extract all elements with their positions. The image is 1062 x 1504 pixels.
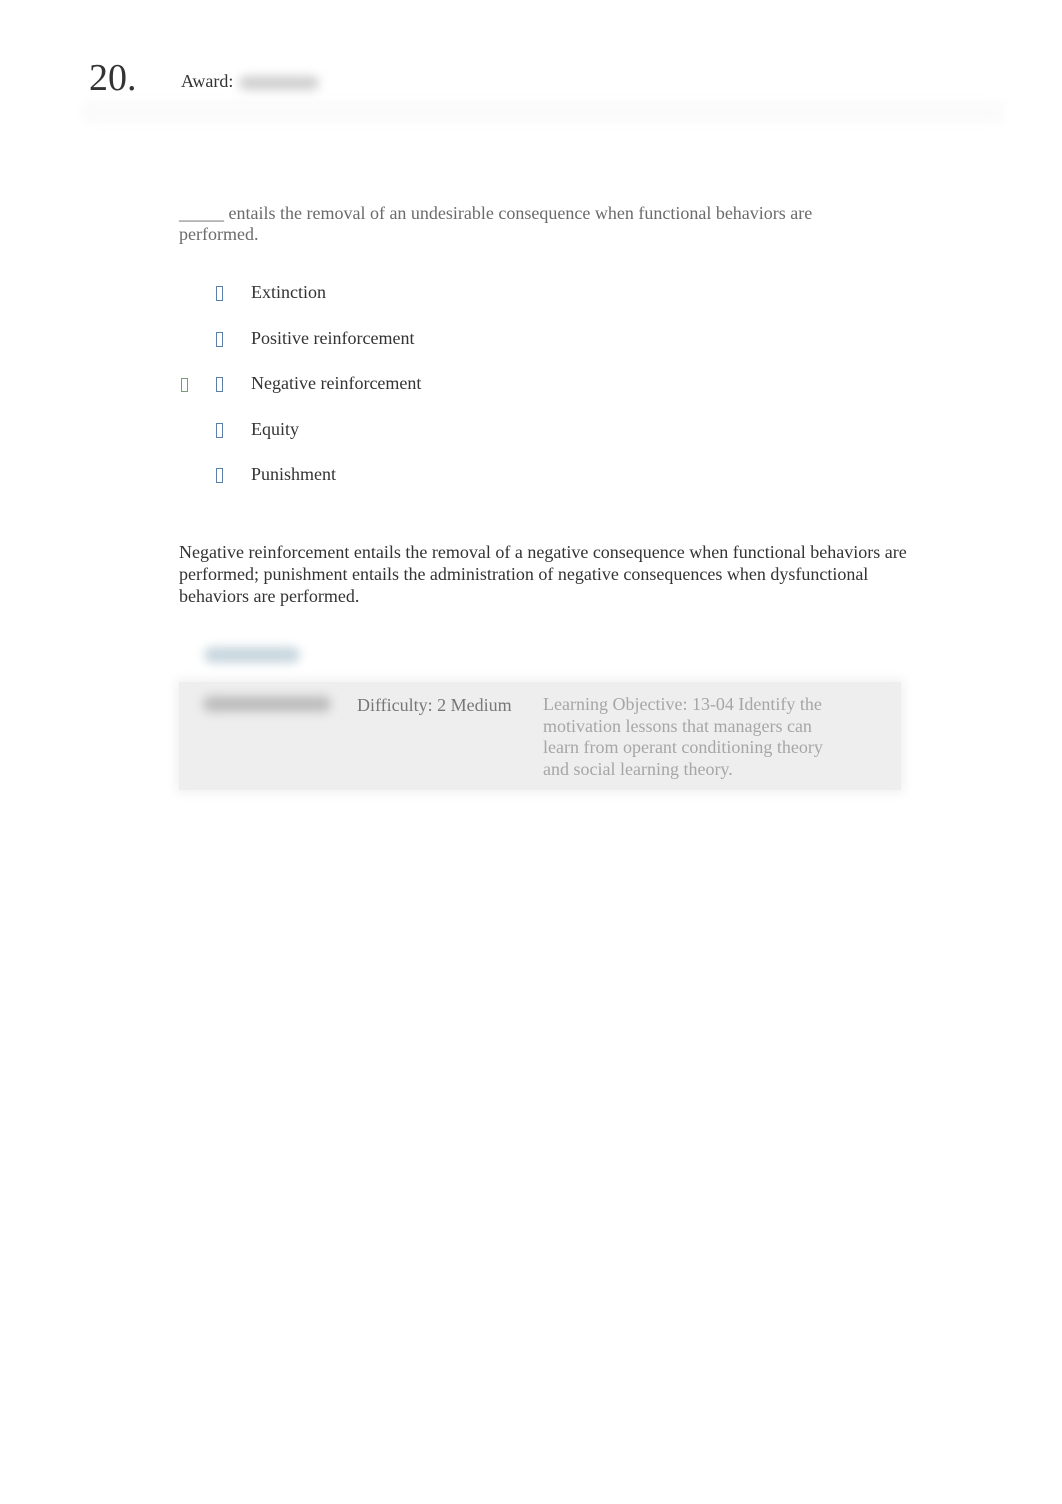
award: Award:	[181, 70, 320, 92]
answer-choices: Extinction Positive reinforcement Negati…	[179, 280, 779, 508]
choice-label: Negative reinforcement	[251, 373, 422, 393]
choice-label: Positive reinforcement	[251, 327, 415, 348]
choice-equity[interactable]: Equity	[179, 417, 779, 463]
choice-label: Punishment	[251, 464, 337, 484]
radio-icon[interactable]	[216, 331, 223, 347]
choice-punishment[interactable]: Punishment	[179, 462, 779, 508]
radio-icon[interactable]	[216, 377, 223, 392]
choice-label: Extinction	[251, 282, 326, 302]
award-value-redacted	[239, 75, 320, 90]
choice-extinction[interactable]: Extinction	[179, 280, 779, 326]
award-label: Award:	[181, 71, 234, 91]
correct-check-icon	[181, 378, 188, 392]
choice-label: Equity	[251, 418, 299, 439]
difficulty-label: Difficulty: 2 Medium	[357, 695, 512, 715]
reference-tag-redacted	[203, 696, 331, 712]
answer-explanation: Negative reinforcement entails the remov…	[179, 542, 907, 606]
radio-icon[interactable]	[216, 422, 223, 438]
choice-positive-reinforcement[interactable]: Positive reinforcement	[179, 326, 779, 372]
learning-objective: Learning Objective: 13-04 Identify the m…	[543, 694, 823, 779]
radio-icon[interactable]	[216, 286, 223, 301]
header-divider	[80, 100, 1005, 124]
question-prompt: _____ entails the removal of an undesira…	[179, 203, 813, 244]
references-box: Difficulty: 2 Medium Learning Objective:…	[179, 682, 901, 790]
question-number: 20.	[89, 57, 137, 99]
radio-icon[interactable]	[216, 468, 223, 483]
references-title-redacted	[204, 647, 300, 663]
choice-negative-reinforcement[interactable]: Negative reinforcement	[179, 371, 779, 417]
